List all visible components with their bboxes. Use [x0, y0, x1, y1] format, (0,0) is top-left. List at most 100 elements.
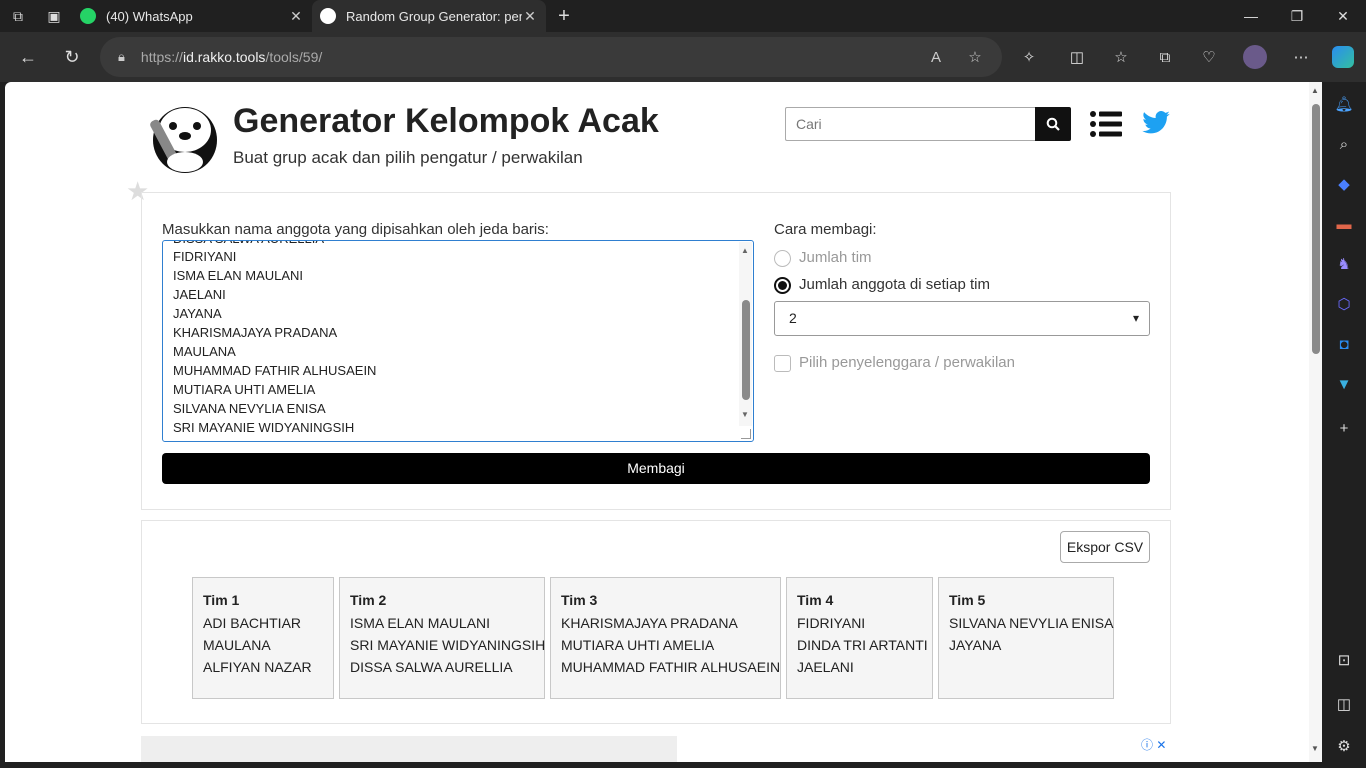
close-tab-icon[interactable]: ✕	[522, 8, 538, 25]
scroll-thumb[interactable]	[1312, 104, 1320, 354]
ad-close-icon[interactable]: ⓘ ✕	[1141, 736, 1166, 753]
textarea-line: MUTIARA UHTI AMELIA	[173, 382, 316, 397]
team-member: JAELANI	[797, 659, 854, 675]
divide-button[interactable]: Membagi	[162, 453, 1150, 484]
tab-group-generator[interactable]: Random Group Generator: pemb ✕	[312, 0, 546, 32]
outlook-icon[interactable]: ◘	[1332, 332, 1356, 356]
collections-icon[interactable]: ⧉	[1152, 44, 1178, 70]
members-per-team-label: Jumlah anggota di setiap tim	[799, 276, 990, 293]
team-name: Tim 1	[203, 592, 240, 608]
team-count-label: Jumlah tim	[799, 249, 872, 266]
split-screen-icon[interactable]: ◫	[1064, 44, 1090, 70]
vertical-tabs-icon[interactable]: ▣	[36, 0, 72, 32]
restore-icon[interactable]: ❐	[1274, 0, 1320, 32]
team-member: MAULANA	[203, 637, 271, 653]
sidebar-settings-icon[interactable]: ⚙	[1332, 734, 1356, 758]
scroll-down-arrow-icon[interactable]: ▼	[1311, 744, 1319, 753]
chevron-down-icon: ▾	[1132, 311, 1139, 325]
organizer-checkbox[interactable]	[774, 355, 791, 372]
url-text: https://id.rakko.tools/tools/59/	[140, 49, 323, 65]
textarea-line: FIDRIYANI	[173, 249, 237, 264]
team-member: MUTIARA UHTI AMELIA	[561, 637, 715, 653]
team-box: Tim 4 FIDRIYANI DINDA TRI ARTANTI JAELAN…	[786, 577, 933, 699]
page-content: Generator Kelompok Acak Buat grup acak d…	[5, 82, 1322, 762]
team-name: Tim 2	[350, 592, 387, 608]
favorites-icon[interactable]: ☆	[1108, 44, 1134, 70]
radio-members-per-team[interactable]	[774, 277, 791, 294]
team-name: Tim 4	[797, 592, 834, 608]
address-row: ← ↻ 🔒︎ https://id.rakko.tools/tools/59/ …	[0, 32, 1366, 82]
export-csv-button[interactable]: Ekspor CSV	[1060, 531, 1150, 563]
team-member: DINDA TRI ARTANTI	[797, 637, 928, 653]
search-icon[interactable]: ⌕	[1332, 132, 1356, 156]
textarea-line: ISMA ELAN MAULANI	[173, 268, 304, 283]
tools-briefcase-icon[interactable]: ▬	[1332, 212, 1356, 236]
drop-icon[interactable]: ▼	[1332, 372, 1356, 396]
team-member: ISMA ELAN MAULANI	[350, 615, 491, 631]
tab-whatsapp[interactable]: (40) WhatsApp ✕	[72, 0, 312, 32]
textarea-line: JAELANI	[173, 287, 226, 302]
divide-method-label: Cara membagi:	[774, 221, 877, 238]
close-window-icon[interactable]: ✕	[1320, 0, 1366, 32]
ad-banner[interactable]	[141, 736, 677, 762]
browser-essentials-icon[interactable]: ♡	[1196, 44, 1222, 70]
scroll-thumb[interactable]	[742, 300, 750, 400]
scroll-up-arrow-icon[interactable]: ▲	[1311, 86, 1319, 95]
page-scrollbar[interactable]: ▲ ▼	[1309, 82, 1322, 762]
back-icon[interactable]: ←	[12, 41, 44, 73]
team-member: KHARISMAJAYA PRADANA	[561, 615, 738, 631]
rakko-favicon-icon	[320, 8, 336, 24]
profile-avatar[interactable]	[1242, 44, 1268, 70]
members-count-select[interactable]: 2 ▾	[774, 301, 1150, 336]
close-tab-icon[interactable]: ✕	[288, 8, 304, 25]
organizer-label: Pilih penyelenggara / perwakilan	[799, 354, 1015, 371]
read-aloud-icon[interactable]: A	[925, 46, 947, 68]
edge-sidebar: 🔔︎ ⌕ ◆ ▬ ♞ ⬡ ◘ ▼ + ⊡ ◫ ⚙	[1322, 82, 1366, 768]
new-tab-button[interactable]: +	[546, 0, 582, 32]
twitter-icon[interactable]	[1140, 108, 1172, 138]
search-icon	[1046, 117, 1060, 131]
microsoft-365-icon[interactable]: ⬡	[1332, 292, 1356, 316]
textarea-line: KHARISMAJAYA PRADANA	[173, 325, 338, 340]
workspaces-icon[interactable]: ⧉	[0, 0, 36, 32]
favorite-star-icon[interactable]: ☆	[964, 46, 986, 68]
resize-handle[interactable]	[741, 429, 751, 439]
textarea-line: SRI MAYANIE WIDYANINGSIH	[173, 420, 355, 435]
team-box: Tim 2 ISMA ELAN MAULANI SRI MAYANIE WIDY…	[339, 577, 545, 699]
team-box: Tim 5 SILVANA NEVYLIA ENISA JAYANA	[938, 577, 1114, 699]
team-member: JAYANA	[949, 637, 1002, 653]
games-icon[interactable]: ♞	[1332, 252, 1356, 276]
team-member: ADI BACHTIAR	[203, 615, 302, 631]
tab-title: Random Group Generator: pemb	[346, 8, 522, 24]
members-textarea[interactable]: DISSA SALWA AURELLIA FIDRIYANI ISMA ELAN…	[162, 240, 754, 442]
notification-bell-icon[interactable]: 🔔︎	[1332, 92, 1356, 116]
team-box: Tim 1 ADI BACHTIAR MAULANA ALFIYAN NAZAR	[192, 577, 334, 699]
tab-title: (40) WhatsApp	[106, 8, 193, 24]
copilot-icon[interactable]	[1330, 44, 1356, 70]
shopping-tag-icon[interactable]: ◆	[1332, 172, 1356, 196]
team-member: MUHAMMAD FATHIR ALHUSAEIN	[561, 659, 781, 675]
team-name: Tim 3	[561, 592, 598, 608]
otter-logo-icon[interactable]	[147, 100, 223, 174]
search-button[interactable]	[1035, 107, 1071, 141]
team-member: SRI MAYANIE WIDYANINGSIH	[350, 637, 546, 653]
screenshot-icon[interactable]: ⊡	[1332, 648, 1356, 672]
add-sidebar-app-icon[interactable]: +	[1332, 416, 1356, 440]
hide-sidebar-icon[interactable]: ◫	[1332, 692, 1356, 716]
extensions-icon[interactable]: ✧	[1016, 44, 1042, 70]
page-title: Generator Kelompok Acak	[233, 102, 659, 140]
lock-icon[interactable]: 🔒︎	[118, 49, 125, 65]
select-value: 2	[789, 310, 797, 326]
scroll-down-arrow-icon[interactable]: ▼	[741, 410, 749, 419]
textarea-scrollbar[interactable]: ▲ ▼	[739, 242, 752, 426]
refresh-icon[interactable]: ↻	[56, 41, 88, 73]
search-input[interactable]: Cari	[785, 107, 1036, 141]
scroll-up-arrow-icon[interactable]: ▲	[741, 246, 749, 255]
hamburger-menu-icon[interactable]	[1090, 110, 1122, 138]
team-member: DISSA SALWA AURELLIA	[350, 659, 513, 675]
radio-team-count[interactable]	[774, 250, 791, 267]
address-bar[interactable]: 🔒︎ https://id.rakko.tools/tools/59/	[100, 37, 1002, 77]
minimize-icon[interactable]: —	[1228, 0, 1274, 32]
team-member: SILVANA NEVYLIA ENISA	[949, 615, 1114, 631]
more-menu-icon[interactable]: ⋯	[1288, 44, 1314, 70]
